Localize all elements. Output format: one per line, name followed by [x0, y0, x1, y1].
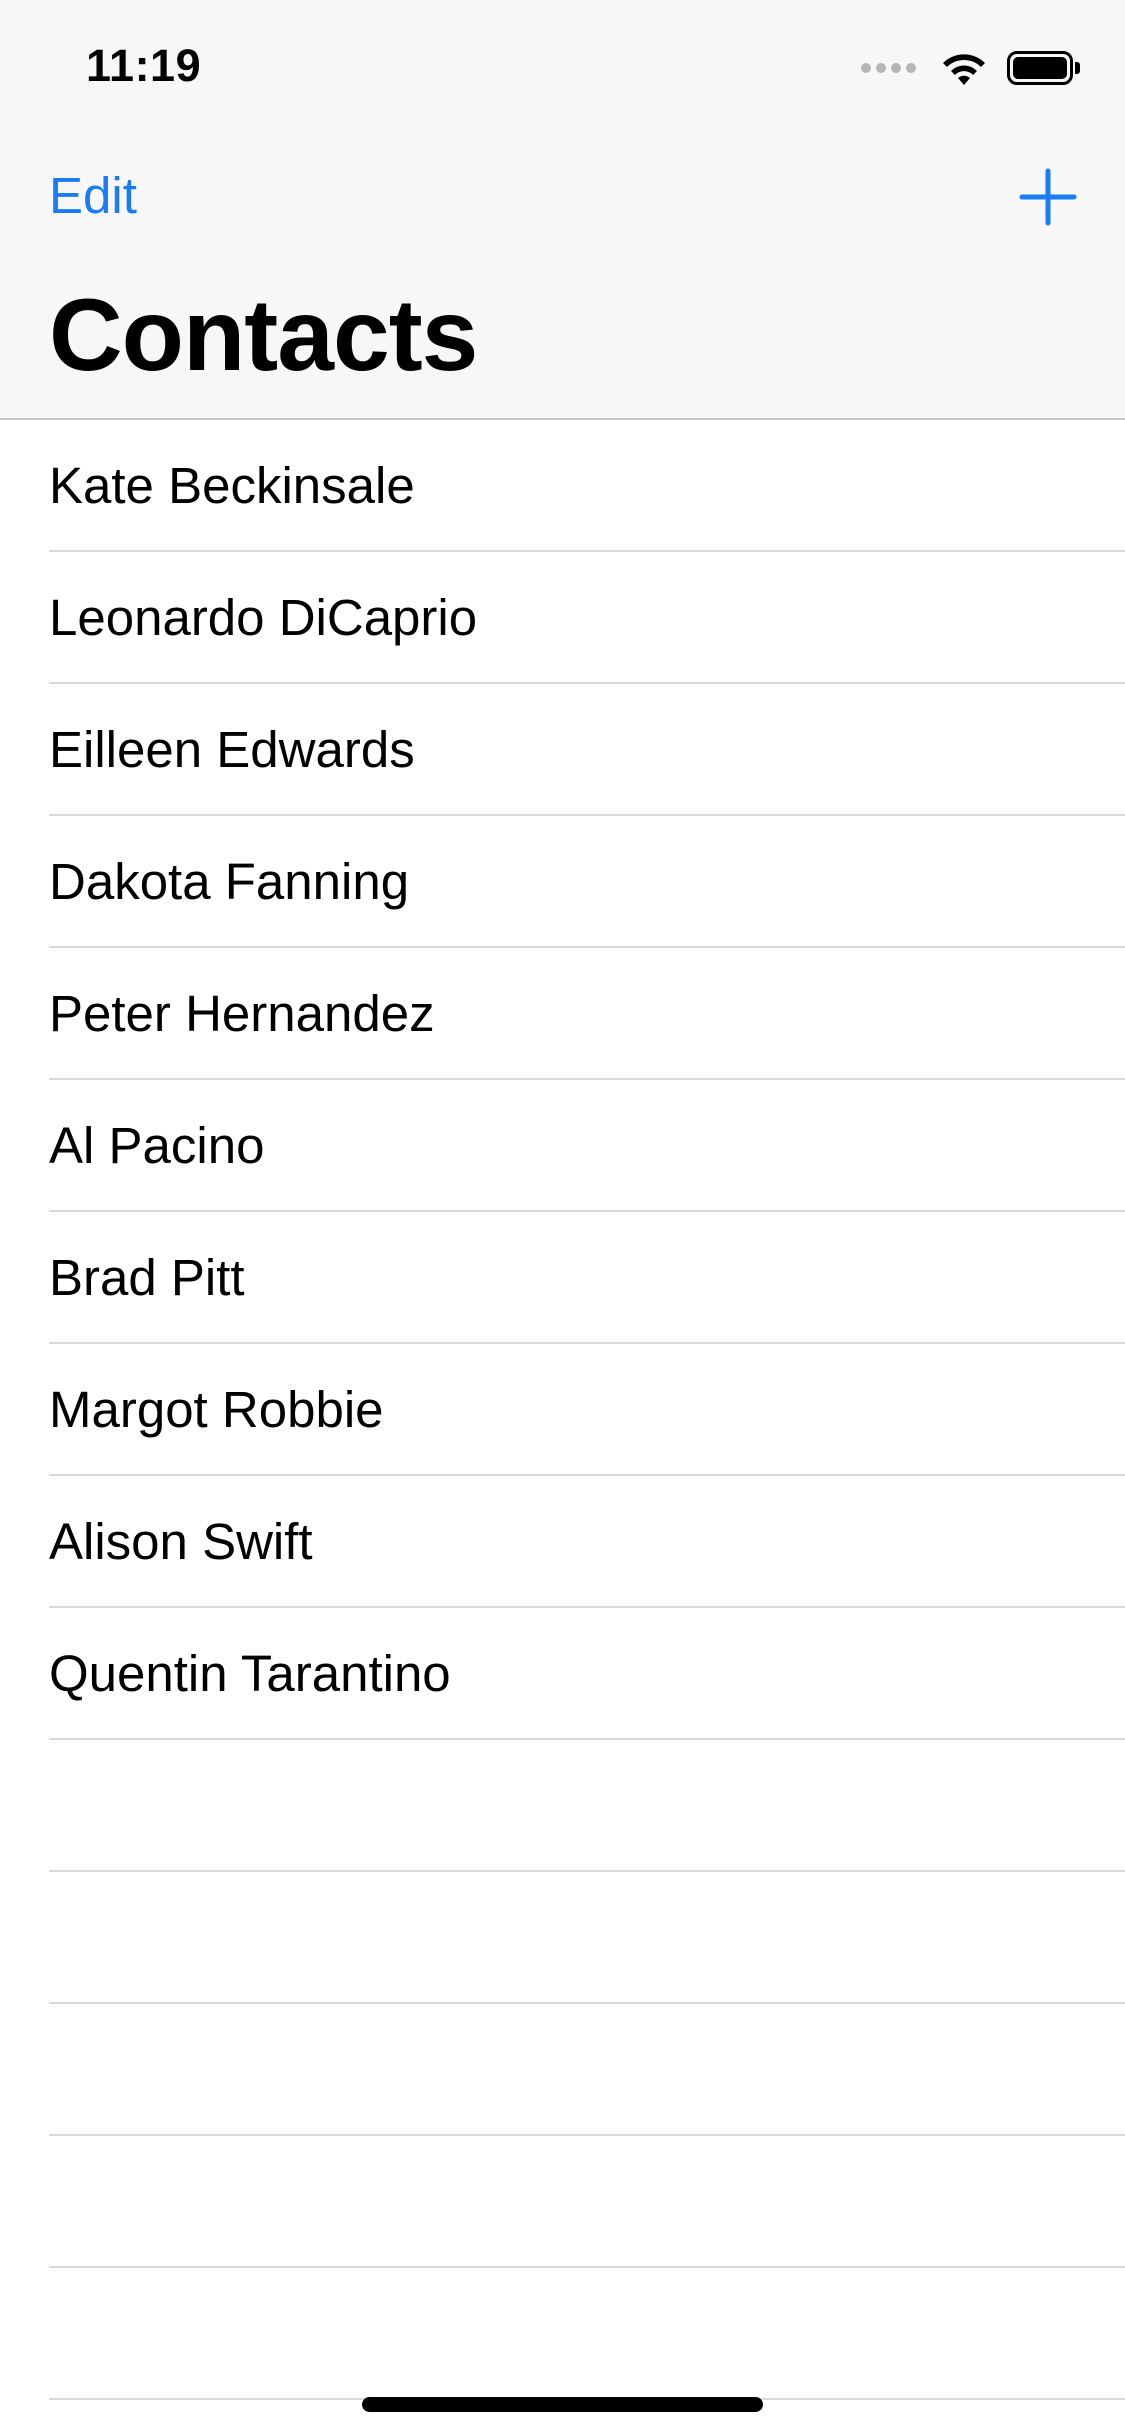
contact-row[interactable]: Eilleen Edwards [0, 684, 1125, 816]
navigation-header: 11:19 Edit Contacts [0, 0, 1125, 420]
contact-row[interactable]: Brad Pitt [0, 1212, 1125, 1344]
contact-name: Eilleen Edwards [49, 721, 415, 778]
contact-name: Quentin Tarantino [49, 1645, 451, 1702]
status-indicators [861, 48, 1081, 88]
empty-row [0, 2268, 1125, 2400]
contact-row[interactable]: Leonardo DiCaprio [0, 552, 1125, 684]
contact-name: Dakota Fanning [49, 853, 410, 910]
contact-name: Margot Robbie [49, 1381, 384, 1438]
contact-row[interactable]: Peter Hernandez [0, 948, 1125, 1080]
page-title: Contacts [49, 278, 478, 392]
empty-row [0, 2136, 1125, 2268]
plus-icon[interactable] [1019, 168, 1077, 226]
contact-row[interactable]: Dakota Fanning [0, 816, 1125, 948]
contact-name: Kate Beckinsale [49, 457, 415, 514]
empty-row [0, 2004, 1125, 2136]
contacts-screen: 11:19 Edit Contacts Kate Beckinsale Leon… [0, 0, 1125, 2436]
status-time: 11:19 [86, 40, 202, 91]
home-indicator[interactable] [362, 2397, 763, 2412]
contact-name: Brad Pitt [49, 1249, 245, 1306]
contacts-list: Kate Beckinsale Leonardo DiCaprio Eillee… [0, 420, 1125, 2400]
contact-row[interactable]: Al Pacino [0, 1080, 1125, 1212]
contact-row[interactable]: Kate Beckinsale [0, 420, 1125, 552]
contact-name: Alison Swift [49, 1513, 313, 1570]
cellular-signal-icon [861, 63, 921, 73]
contact-row[interactable]: Alison Swift [0, 1476, 1125, 1608]
contact-row[interactable]: Quentin Tarantino [0, 1608, 1125, 1740]
contact-name: Al Pacino [49, 1117, 265, 1174]
contact-name: Peter Hernandez [49, 985, 435, 1042]
edit-button[interactable]: Edit [49, 166, 137, 225]
wifi-icon [943, 54, 985, 85]
empty-row [0, 1740, 1125, 1872]
battery-icon [1007, 50, 1081, 86]
contact-name: Leonardo DiCaprio [49, 589, 478, 646]
empty-row [0, 1872, 1125, 2004]
contact-row[interactable]: Margot Robbie [0, 1344, 1125, 1476]
